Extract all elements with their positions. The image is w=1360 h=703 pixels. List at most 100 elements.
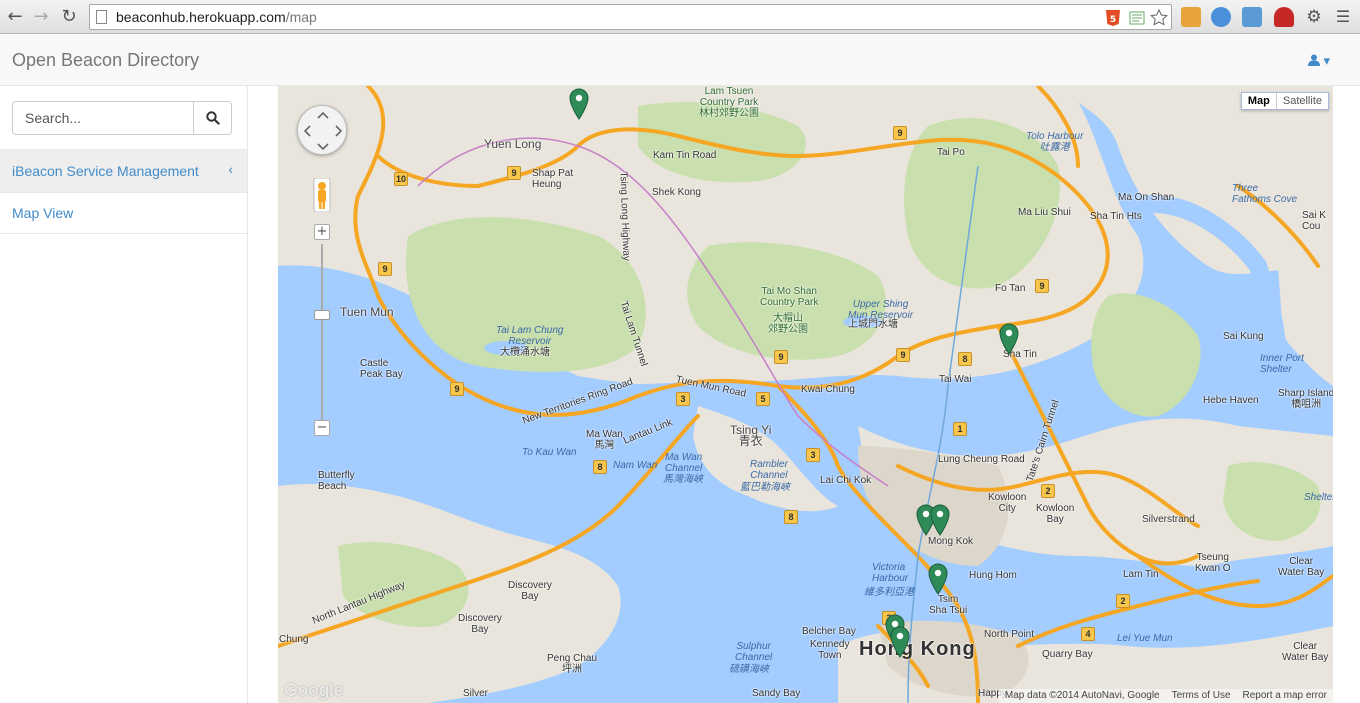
- place-label: Shek Kong: [652, 187, 701, 198]
- zoom-slider-handle[interactable]: [314, 310, 330, 320]
- marker-yuen-long[interactable]: [569, 88, 589, 120]
- marker-sha-tin[interactable]: [999, 323, 1019, 355]
- place-label: Belcher Bay: [802, 626, 856, 637]
- place-label: 藍巴勒海峽: [740, 482, 790, 493]
- route-shield: 5: [756, 392, 770, 406]
- place-label: Tsing Yi 青衣: [730, 423, 772, 448]
- folder-extension-icon[interactable]: [1242, 7, 1262, 27]
- place-label: Discovery Bay: [508, 580, 552, 602]
- marker-central-2[interactable]: [890, 626, 910, 658]
- place-label: 大欖涌水塘: [500, 347, 550, 358]
- map-type-control: Map Satellite: [1240, 92, 1329, 110]
- route-shield: 9: [896, 348, 910, 362]
- reader-icon[interactable]: [1128, 9, 1146, 27]
- user-menu[interactable]: ▾: [1307, 53, 1330, 69]
- svg-text:5: 5: [1110, 15, 1116, 25]
- place-label: Ma Wan 馬灣: [586, 429, 623, 451]
- google-logo[interactable]: Google: [284, 680, 344, 701]
- route-shield: 9: [1035, 279, 1049, 293]
- search-group: [12, 101, 232, 135]
- place-label: Mong Kok: [928, 536, 974, 547]
- reload-icon[interactable]: ↻: [58, 6, 80, 28]
- route-shield: 1: [953, 422, 967, 436]
- pan-control[interactable]: [297, 105, 347, 155]
- place-label: Victoria Harbour: [872, 562, 909, 584]
- search-button[interactable]: [193, 101, 232, 135]
- address-bar[interactable]: beaconhub.herokuapp.com/map 5: [89, 4, 1172, 30]
- menu-icon[interactable]: ☰: [1332, 6, 1354, 28]
- place-label: Rambler Channel: [750, 459, 788, 481]
- place-label: North Point: [984, 629, 1035, 640]
- search-input[interactable]: [12, 101, 194, 135]
- place-label: Kowloon Bay: [1036, 503, 1075, 525]
- place-label: Sai K Cou: [1302, 210, 1326, 232]
- place-label: 上城門水塘: [848, 319, 898, 330]
- marker-mong-kok-2[interactable]: [930, 504, 950, 536]
- extension-badge-icon[interactable]: [1274, 7, 1294, 27]
- place-label: Tsim Sha Tsui: [929, 594, 968, 616]
- place-label: Sha Tin Hts: [1090, 211, 1142, 222]
- sidebar-item-ibeacon-service-management[interactable]: iBeacon Service Management ‹: [0, 149, 247, 193]
- zoom-in-button[interactable]: +: [314, 224, 330, 240]
- place-label: Hebe Haven: [1203, 395, 1259, 406]
- place-label: To Kau Wan: [522, 447, 577, 458]
- zoom-slider-track[interactable]: [321, 244, 323, 429]
- place-label: Peng Chau 坪洲: [547, 653, 598, 675]
- map-canvas[interactable]: Lam Tsuen Country Park 林村郊野公園 Yuen Long S…: [278, 86, 1333, 703]
- place-label: Tolo Harbour 吐露港: [1026, 131, 1084, 153]
- route-shield: 3: [806, 448, 820, 462]
- back-arrow-icon[interactable]: ←: [4, 6, 26, 28]
- sidebar-item-label: iBeacon Service Management: [12, 163, 199, 179]
- place-label: 維多利亞港: [864, 587, 914, 598]
- place-label: Tseung Kwan O: [1195, 552, 1231, 574]
- gear-icon[interactable]: ⚙: [1303, 6, 1325, 28]
- place-label: Ma Liu Shui: [1018, 207, 1071, 218]
- map-type-map-button[interactable]: Map: [1242, 93, 1277, 109]
- app-navbar: Open Beacon Directory ▾: [0, 35, 1360, 86]
- place-label: Silverstrand: [1142, 514, 1195, 525]
- url-text: beaconhub.herokuapp.com/map: [116, 9, 317, 25]
- place-label: Hong Kong: [859, 638, 976, 660]
- place-label: Discovery Bay: [458, 613, 502, 635]
- place-label: 馬灣海峽: [663, 474, 703, 485]
- brand-title[interactable]: Open Beacon Directory: [12, 50, 199, 71]
- place-label: Kam Tin Road: [653, 150, 717, 161]
- route-shield: 9: [507, 166, 521, 180]
- place-label: Shap Pat Heung: [532, 168, 574, 190]
- sidebar: iBeacon Service Management ‹ Map View: [0, 86, 248, 703]
- place-label: Sai Kung: [1223, 331, 1264, 342]
- forward-arrow-icon[interactable]: →: [30, 6, 52, 28]
- place-label: Castle Peak Bay: [360, 358, 403, 380]
- place-label: Lam Tin: [1123, 569, 1159, 580]
- place-label: Silver: [463, 688, 489, 699]
- extension-icon[interactable]: [1181, 7, 1201, 27]
- place-label: Clear Water Bay: [1282, 641, 1329, 663]
- route-shield: 2: [1041, 484, 1055, 498]
- chevron-down-icon: ▾: [1323, 53, 1330, 68]
- route-shield: 9: [893, 126, 907, 140]
- place-label: Lei Yue Mun: [1117, 633, 1173, 644]
- place-label: Sulphur Channel: [735, 641, 773, 663]
- place-label: Butterfly Beach: [318, 470, 355, 492]
- route-shield: 8: [593, 460, 607, 474]
- report-error-link[interactable]: Report a map error: [1243, 690, 1327, 702]
- place-label: Tai Lam Chung Reservoir: [496, 325, 564, 347]
- place-label: Kowloon City: [988, 492, 1027, 514]
- html5-icon[interactable]: 5: [1104, 9, 1122, 27]
- attribution-text: Map data ©2014 AutoNavi, Google: [1004, 690, 1160, 701]
- marker-tsim-sha-tsui[interactable]: [928, 563, 948, 595]
- terms-link[interactable]: Terms of Use: [1172, 690, 1231, 702]
- route-shield: 4: [1081, 627, 1095, 641]
- route-shield: 8: [958, 352, 972, 366]
- page-icon: [96, 10, 107, 24]
- pegman-icon[interactable]: [313, 178, 331, 212]
- place-label: Sandy Bay: [752, 688, 801, 699]
- place-label: Three Fathoms Cove: [1232, 183, 1298, 205]
- zoom-out-button[interactable]: −: [314, 420, 330, 436]
- route-shield: 3: [676, 392, 690, 406]
- sidebar-item-label: Map View: [12, 205, 74, 221]
- map-type-satellite-button[interactable]: Satellite: [1277, 93, 1328, 109]
- sidebar-item-map-view[interactable]: Map View: [0, 193, 247, 234]
- extension-icon[interactable]: [1211, 7, 1231, 27]
- bookmark-star-icon[interactable]: [1150, 9, 1168, 27]
